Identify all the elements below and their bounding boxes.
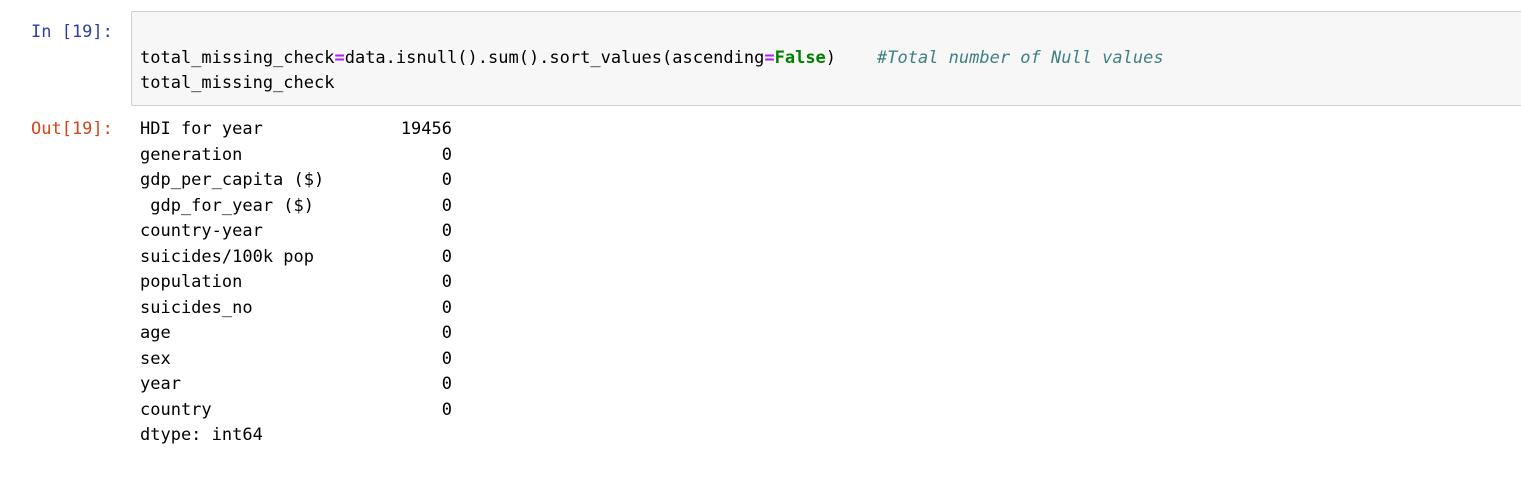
output-row-value: 0 <box>441 144 452 165</box>
code-keyword: False <box>774 48 826 68</box>
code-close-paren: ) <box>825 48 837 68</box>
output-series: HDI for year 19456 generation 0 gdp_per_capi… <box>140 118 452 425</box>
output-row-value: 0 <box>441 297 452 318</box>
output-row-label: country-year <box>140 221 263 241</box>
output-row: gdp_for_year ($) 0 <box>140 195 452 221</box>
code-line-2: total_missing_check <box>140 73 335 93</box>
output-row: HDI for year 19456 <box>140 118 452 144</box>
output-row: country 0 <box>140 399 452 425</box>
output-row: population 0 <box>140 271 452 297</box>
output-row-value: 19456 <box>400 119 452 139</box>
output-row-label: sex <box>140 348 171 369</box>
output-row-value: 0 <box>441 170 452 190</box>
output-dtype: dtype: int64 <box>140 425 263 445</box>
code-input-area[interactable]: total_missing_check=data.isnull().sum().… <box>131 11 1521 106</box>
output-row-value: 0 <box>441 348 452 369</box>
output-row: sex 0 <box>140 348 452 374</box>
code-line-1: total_missing_check=data.isnull().sum().… <box>140 47 1164 69</box>
output-row-value: 0 <box>441 221 452 241</box>
output-row: age 0 <box>140 322 452 348</box>
output-row-value: 0 <box>441 195 452 216</box>
code-operator: = <box>334 48 345 68</box>
output-row-value: 0 <box>441 323 452 343</box>
output-row: country-year 0 <box>140 220 452 246</box>
output-row: suicides/100k pop 0 <box>140 246 452 272</box>
output-row-label: generation <box>140 144 243 165</box>
output-row-label: year <box>140 374 181 394</box>
code-operator-kwarg: = <box>764 48 775 68</box>
output-row-value: 0 <box>441 272 452 292</box>
code-comment: #Total number of Null values <box>877 48 1164 68</box>
output-row-label: gdp_per_capita ($) <box>140 170 325 190</box>
output-row: generation 0 <box>140 144 452 170</box>
output-row-value: 0 <box>441 374 452 394</box>
output-row-label: gdp_for_year ($) <box>140 195 314 216</box>
output-area: HDI for year 19456 generation 0 gdp_per_capi… <box>140 118 452 446</box>
output-row: gdp_per_capita ($) 0 <box>140 169 452 195</box>
output-row: suicides_no 0 <box>140 297 452 323</box>
output-row-label: age <box>140 323 171 343</box>
output-row-label: population <box>140 272 243 292</box>
output-row-value: 0 <box>441 246 452 267</box>
output-row-label: suicides/100k pop <box>140 246 314 267</box>
input-prompt: In [19]: <box>31 22 113 42</box>
output-row-label: HDI for year <box>140 119 263 139</box>
code-variable: total_missing_check <box>140 48 335 68</box>
output-row-label: suicides_no <box>140 297 253 318</box>
code-expression: data.isnull().sum().sort_values(ascendin… <box>344 48 765 68</box>
output-row-value: 0 <box>441 399 452 420</box>
output-prompt: Out[19]: <box>31 119 113 139</box>
output-row-label: country <box>140 399 212 420</box>
output-row: year 0 <box>140 373 452 399</box>
